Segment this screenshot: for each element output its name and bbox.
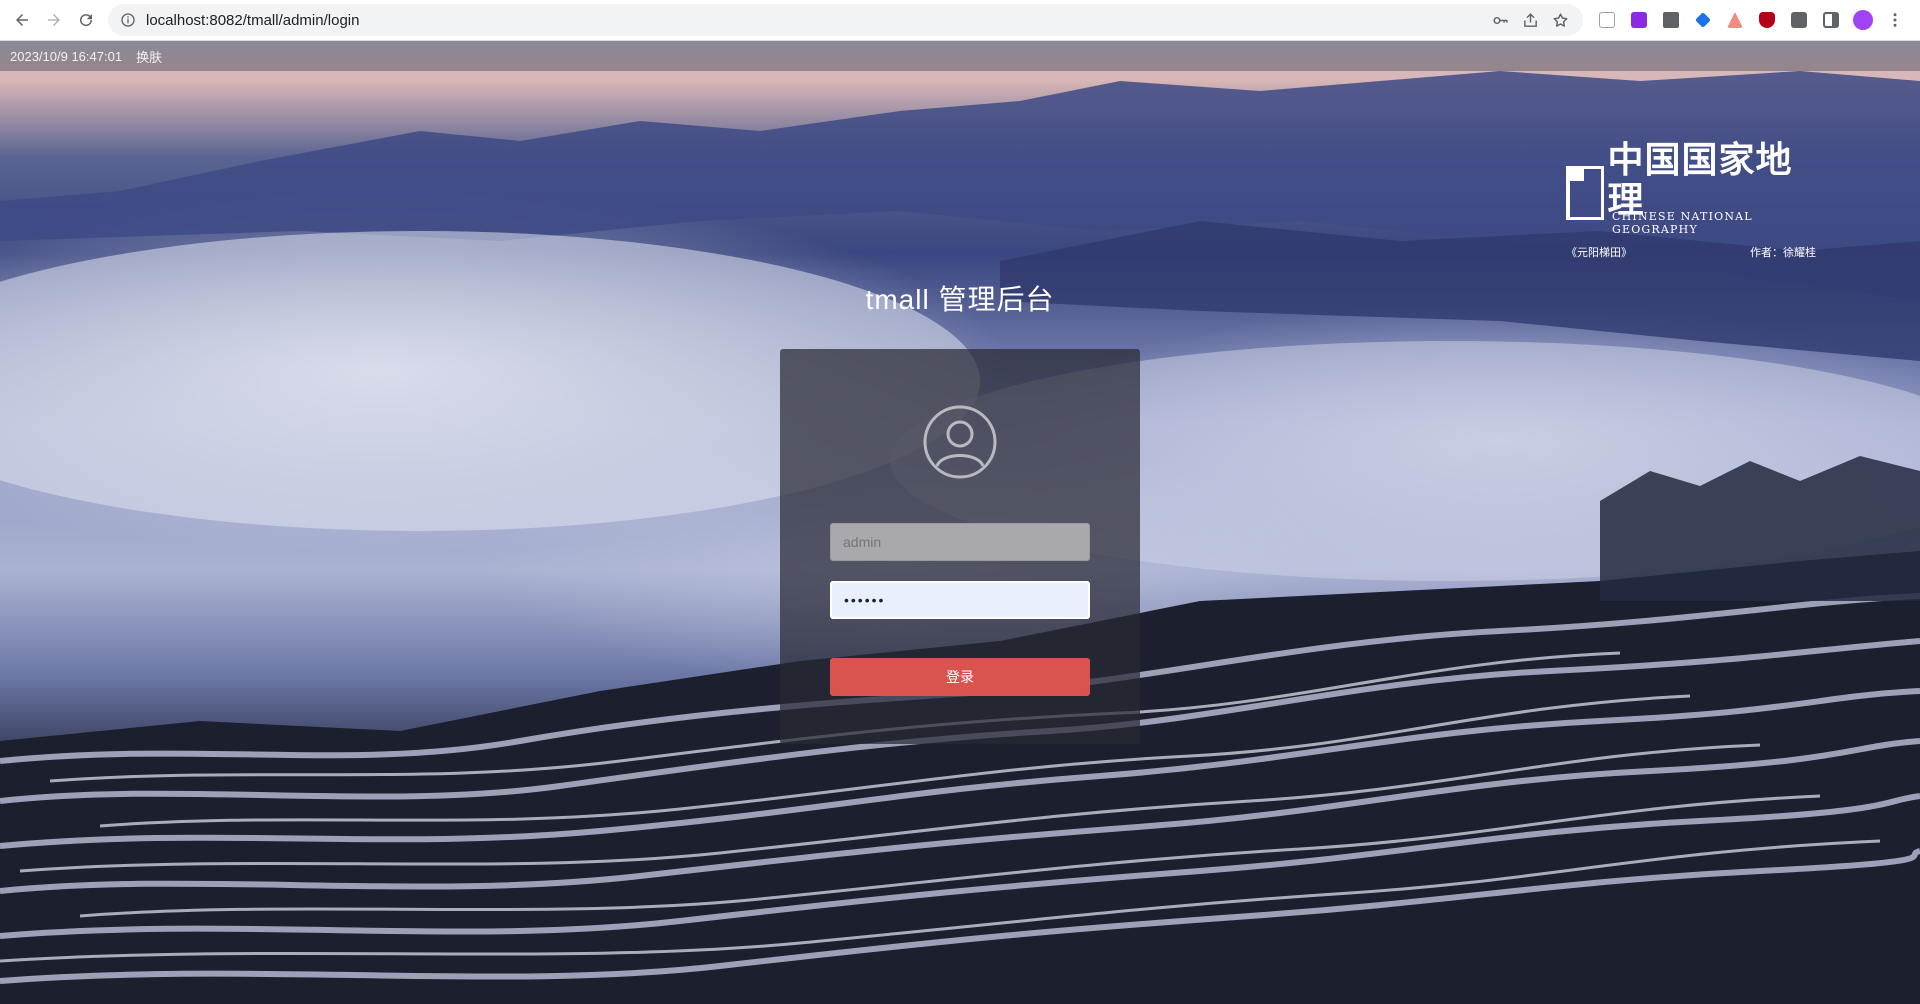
user-avatar-icon	[923, 405, 997, 479]
share-icon[interactable]	[1515, 5, 1545, 35]
address-bar[interactable]: localhost:8082/tmall/admin/login	[108, 4, 1583, 36]
shield-extension-icon[interactable]	[1751, 4, 1783, 36]
rp-extension-icon[interactable]	[1623, 4, 1655, 36]
change-skin-link[interactable]: 换肤	[136, 47, 162, 66]
logo-frame-mark	[1566, 166, 1604, 220]
site-info-icon[interactable]	[120, 12, 136, 28]
page-title: tmall 管理后台	[865, 284, 1055, 315]
logo-chinese-text: 中国国家地理	[1607, 139, 1793, 221]
key-icon[interactable]	[1485, 5, 1515, 35]
puzzle-icon[interactable]	[1783, 4, 1815, 36]
login-button[interactable]: 登录	[830, 658, 1090, 696]
cursor-extension-icon[interactable]	[1591, 4, 1623, 36]
extensions-area	[1591, 4, 1911, 36]
chinese-national-geography-logo: 中国国家地理 CHINESE NATIONAL GEOGRAPHY 《元阳梯田》…	[1566, 140, 1826, 260]
photo-title: 《元阳梯田》	[1566, 247, 1632, 259]
profile-avatar-icon[interactable]	[1847, 4, 1879, 36]
password-input[interactable]	[830, 581, 1090, 619]
bookmark-star-icon[interactable]	[1545, 5, 1575, 35]
username-input[interactable]	[830, 523, 1090, 561]
photo-author: 作者：徐耀桂	[1750, 247, 1816, 259]
back-icon[interactable]	[6, 4, 38, 36]
current-datetime: 2023/10/9 16:47:01	[10, 48, 123, 64]
browser-toolbar: localhost:8082/tmall/admin/login	[0, 0, 1920, 41]
reload-icon[interactable]	[70, 4, 102, 36]
top-info-strip: 2023/10/9 16:47:01 换肤	[0, 41, 1920, 71]
url-text[interactable]: localhost:8082/tmall/admin/login	[146, 12, 1485, 29]
tree-extension-icon[interactable]	[1719, 4, 1751, 36]
window-extension-icon[interactable]	[1655, 4, 1687, 36]
forward-icon[interactable]	[38, 4, 70, 36]
layers-extension-icon[interactable]	[1687, 4, 1719, 36]
login-card: 登录	[780, 349, 1140, 744]
menu-dots-icon[interactable]	[1879, 4, 1911, 36]
side-panel-icon[interactable]	[1815, 4, 1847, 36]
